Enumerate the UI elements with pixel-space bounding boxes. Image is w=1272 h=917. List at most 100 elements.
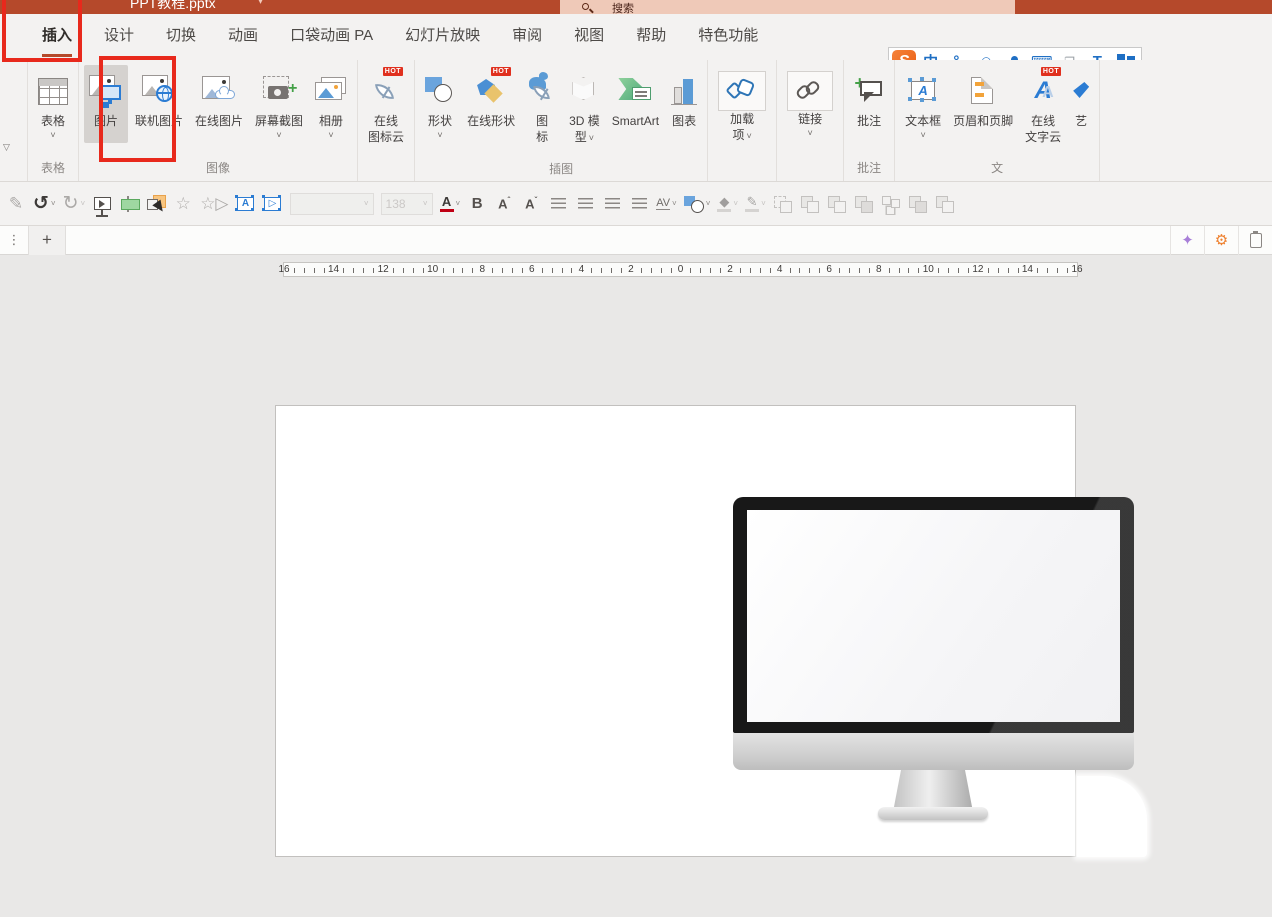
ruler-tick [908, 268, 909, 273]
increase-font[interactable]: Aˆ [494, 189, 514, 219]
ruler-tick [601, 268, 602, 273]
arrange-more [935, 189, 955, 219]
ruler-tick [839, 268, 840, 273]
align-center[interactable] [575, 189, 595, 219]
collapse-arrow-icon[interactable]: ▽ [3, 142, 10, 153]
more-options-icon[interactable]: ⋮ [0, 232, 28, 248]
button-label: 图标云 [368, 129, 404, 145]
line-spacing[interactable] [629, 189, 649, 219]
align-right-icon [605, 198, 620, 210]
add-slide-button[interactable]: + [28, 226, 66, 255]
settings-gear-icon[interactable]: ⚙ [1204, 226, 1238, 255]
ribbon-button-online-picture[interactable]: 联机图片 [130, 65, 188, 143]
editing-canvas[interactable]: 1614121086420246810121416 [0, 255, 1272, 917]
button-label: 标 [536, 129, 548, 145]
screenshot-icon: + [263, 76, 295, 106]
ribbon-button-comment[interactable]: +批注 [849, 65, 889, 143]
magic-wand-icon[interactable]: ✦ [1170, 226, 1204, 255]
tab-动画[interactable]: 动画 [212, 14, 274, 60]
ribbon-button-header-footer[interactable]: 页眉和页脚 [948, 65, 1018, 143]
animation-pane[interactable] [119, 189, 139, 219]
ribbon-button-icon-cloud[interactable]: HOT在线图标云 [363, 65, 409, 159]
ribbon-button-wordart-cut[interactable]: 艺 [1068, 65, 1094, 143]
album-icon [315, 77, 347, 105]
search-box[interactable]: 搜索 [560, 0, 1015, 14]
web-picture-icon [202, 76, 236, 106]
font-name-combo: ˅ [290, 189, 374, 219]
ribbon-button-addins[interactable]: 加载项˅ [713, 65, 771, 158]
tab-审阅[interactable]: 审阅 [496, 14, 558, 60]
ribbon-button-textbox[interactable]: A文本框˅ [900, 65, 946, 143]
tab-口袋动画 PA[interactable]: 口袋动画 PA [274, 14, 389, 60]
ruler-tick [948, 268, 949, 273]
tab-帮助[interactable]: 帮助 [620, 14, 682, 60]
document-title: PPT教程.pptx [130, 0, 216, 13]
selection[interactable] [146, 189, 166, 219]
shape-quick-style[interactable]: ˅ [684, 189, 711, 219]
monitor-chin [733, 733, 1134, 770]
ribbon-button-word-cloud[interactable]: HOTA在线文字云 [1020, 65, 1066, 159]
tab-特色功能[interactable]: 特色功能 [682, 14, 774, 60]
decrease-font[interactable]: Aˇ [521, 189, 541, 219]
ribbon-button-table[interactable]: 表格˅ [33, 65, 73, 143]
bold[interactable]: B [467, 189, 487, 219]
wordart-cut-icon [1073, 78, 1089, 104]
font-color[interactable]: A˅ [440, 189, 461, 219]
ribbon-group-link: 链接˅ [777, 60, 844, 181]
ruler-tick [988, 268, 989, 273]
insert-media[interactable]: ▷ [263, 189, 283, 219]
undo[interactable]: ↺˅ [33, 189, 56, 219]
chevron-down-icon: ˅ [733, 199, 738, 208]
group-objects-icon [801, 196, 819, 212]
ruler-tick [403, 268, 404, 273]
tab-插入[interactable]: 插入 [26, 14, 88, 60]
button-label: 项˅ [732, 127, 751, 144]
ribbon-button-screenshot[interactable]: +屏幕截图˅ [250, 65, 308, 143]
align-right[interactable] [602, 189, 622, 219]
tab-设计[interactable]: 设计 [88, 14, 150, 60]
slideshow[interactable] [92, 189, 112, 219]
search-placeholder: 搜索 [612, 0, 634, 14]
group-objects [800, 189, 820, 219]
icons-icon [527, 77, 557, 105]
tab-切换[interactable]: 切换 [150, 14, 212, 60]
ribbon-button-web-picture[interactable]: 在线图片 [190, 65, 248, 143]
ruler-tick [413, 268, 414, 273]
ruler-label: 8 [869, 264, 889, 275]
ribbon-button-album[interactable]: 相册˅ [310, 65, 352, 143]
ruler-tick [740, 268, 741, 273]
ribbon-button-shapes[interactable]: 形状˅ [420, 65, 460, 143]
ribbon-button-3d-model[interactable]: 3D 模型˅ [564, 65, 605, 160]
ribbon-button-chart[interactable]: 图表 [666, 65, 702, 143]
title-dropdown-icon[interactable]: ▾ [258, 0, 263, 7]
ribbon-button-picture[interactable]: 图片 [84, 65, 128, 143]
clipboard-icon[interactable] [1238, 226, 1272, 255]
chevron-down-icon: ˅ [761, 199, 766, 208]
ribbon-button-link[interactable]: 链接˅ [782, 65, 838, 141]
tab-幻灯片放映[interactable]: 幻灯片放映 [389, 14, 496, 60]
ruler-label: 2 [621, 264, 641, 275]
ribbon-button-smartart[interactable]: SmartArt [607, 65, 664, 143]
selection-icon [147, 195, 165, 213]
align-objects [827, 189, 847, 219]
ribbon-group-icon-cloud: HOT在线图标云 [358, 60, 415, 181]
ruler-label: 2 [720, 264, 740, 275]
chevron-down-icon: ˅ [364, 199, 369, 208]
ruler-tick [750, 268, 751, 273]
insert-textbox[interactable]: A [236, 189, 256, 219]
ruler-tick [343, 268, 344, 273]
ribbon-button-online-shapes[interactable]: HOT在线形状 [462, 65, 520, 143]
ruler-tick [889, 268, 890, 273]
button-label: 艺 [1075, 113, 1087, 129]
shapes-icon [425, 77, 455, 105]
button-label: 屏幕截图 [255, 113, 303, 129]
animation-star: ☆ [173, 189, 193, 219]
shape-fill-icon: ◆ [717, 195, 731, 212]
align-left[interactable] [548, 189, 568, 219]
char-spacing[interactable]: AV˅ [656, 189, 677, 219]
chevron-down-icon: ˅ [328, 129, 333, 143]
tab-视图[interactable]: 视图 [558, 14, 620, 60]
rotate-object [773, 189, 793, 219]
ribbon-button-icons[interactable]: 图标 [522, 65, 562, 159]
ruler-tick [314, 268, 315, 273]
